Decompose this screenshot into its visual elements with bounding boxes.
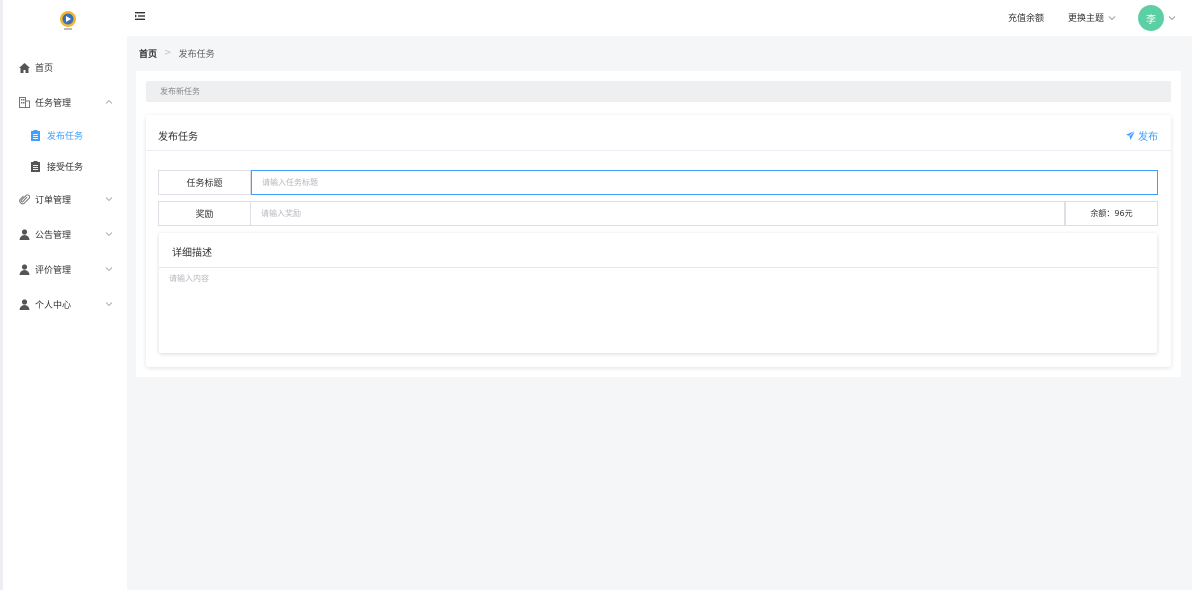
breadcrumb-home[interactable]: 首页 [139, 47, 157, 60]
paperclip-icon [18, 194, 30, 206]
chevron-down-icon [105, 302, 113, 307]
sidebar-item-task-management[interactable]: 任务管理 [3, 85, 127, 120]
change-theme-dropdown[interactable]: 更换主题 [1068, 11, 1116, 24]
task-title-row: 任务标题 请输入任务标题 [158, 170, 1158, 195]
sidebar-item-home[interactable]: 首页 [3, 50, 127, 85]
sidebar-item-label: 个人中心 [35, 301, 72, 311]
chevron-up-icon [105, 99, 113, 104]
card-title: 发布任务 [158, 132, 198, 143]
sidebar-item-label: 订单管理 [35, 196, 72, 206]
chevron-down-icon [105, 232, 113, 237]
breadcrumb-separator-icon: > [164, 48, 172, 58]
home-icon [18, 62, 30, 74]
chevron-down-icon [1168, 16, 1176, 21]
avatar[interactable]: 李 [1138, 5, 1164, 31]
change-theme-label: 更换主题 [1068, 14, 1105, 24]
sidebar-item-label: 评价管理 [35, 266, 72, 276]
sidebar-subitem-publish-task[interactable]: 发布任务 [3, 120, 127, 151]
card-divider [146, 150, 1171, 151]
publish-label: 发布 [1138, 132, 1158, 143]
user-icon [18, 229, 30, 241]
description-editor: 详细描述 请输入内容 [159, 233, 1157, 353]
recharge-balance-link[interactable]: 充值余额 [1008, 11, 1044, 24]
description-title: 详细描述 [172, 248, 212, 259]
task-title-input[interactable]: 请输入任务标题 [251, 170, 1158, 195]
user-icon [18, 299, 30, 311]
publish-button[interactable]: 发布 [1126, 128, 1158, 143]
sidebar-subitem-label: 接受任务 [47, 163, 84, 173]
main-panel: 发布新任务 发布任务 发布 任务标题 请输入任务标题 奖励 请输入奖励 余额：9… [136, 71, 1181, 377]
reward-label: 奖励 [158, 201, 251, 226]
sidebar-item-label: 任务管理 [35, 99, 72, 109]
sidebar-menu: 首页 任务管理 发布任务 接受任务 订单管理 公告管理 评价管理 个人中心 [3, 50, 127, 322]
document-icon [31, 161, 42, 172]
chevron-down-icon [1108, 15, 1116, 20]
reward-input[interactable]: 请输入奖励 [251, 201, 1065, 226]
sidebar-item-personal-center[interactable]: 个人中心 [3, 287, 127, 322]
sidebar-item-order-management[interactable]: 订单管理 [3, 182, 127, 217]
breadcrumb: 首页 > 发布任务 [127, 36, 1192, 70]
menu-toggle-icon[interactable] [135, 11, 145, 21]
building-icon [18, 97, 30, 109]
reward-row: 奖励 请输入奖励 余额：96元 [158, 201, 1158, 226]
description-textarea[interactable]: 请输入内容 [169, 273, 209, 284]
task-title-label: 任务标题 [158, 170, 251, 195]
sidebar: 首页 任务管理 发布任务 接受任务 订单管理 公告管理 评价管理 个人中心 [0, 0, 127, 590]
sidebar-subitem-label: 发布任务 [47, 132, 84, 142]
top-header: 充值余额 更换主题 李 [127, 0, 1192, 36]
sidebar-item-announcement-management[interactable]: 公告管理 [3, 217, 127, 252]
sidebar-subitem-accept-task[interactable]: 接受任务 [3, 151, 127, 182]
sidebar-item-label: 首页 [35, 64, 54, 74]
user-icon [18, 264, 30, 276]
document-icon [31, 130, 42, 141]
description-divider [159, 267, 1157, 268]
app-logo[interactable] [58, 10, 78, 32]
publish-task-card: 发布任务 发布 任务标题 请输入任务标题 奖励 请输入奖励 余额：96元 详细描… [146, 115, 1171, 367]
chevron-down-icon [105, 197, 113, 202]
balance-suffix: 余额：96元 [1065, 201, 1158, 226]
breadcrumb-current: 发布任务 [178, 49, 215, 60]
sidebar-item-label: 公告管理 [35, 231, 72, 241]
section-bar: 发布新任务 [146, 81, 1171, 102]
chevron-down-icon [105, 267, 113, 272]
send-icon [1126, 131, 1135, 140]
user-menu[interactable]: 李 [1138, 5, 1176, 31]
sidebar-item-review-management[interactable]: 评价管理 [3, 252, 127, 287]
